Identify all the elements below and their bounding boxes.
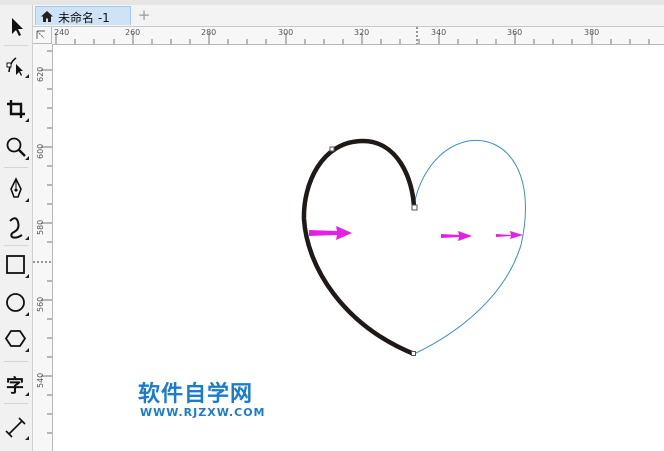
toolbox-separator [4, 167, 28, 168]
toolbox-separator [4, 361, 28, 362]
ruler-label: 560 [36, 296, 45, 312]
crop-tool[interactable] [2, 95, 30, 123]
ruler-label: 340 [431, 28, 447, 37]
ruler-corner[interactable] [33, 27, 52, 44]
heart-right-half-curve [413, 139, 526, 355]
document-tab-title: 未命名 -1 [58, 11, 110, 25]
watermark-title: 软件自学网 [138, 382, 254, 407]
artistic-media-tool[interactable] [2, 213, 30, 241]
document-tab[interactable]: 未命名 -1 [35, 6, 131, 25]
arrow-pointer-icon [12, 18, 23, 36]
watermark-url: WWW.RJZXW.COM [140, 406, 266, 419]
flyout-corner-icon [25, 312, 29, 316]
ruler-label: 600 [36, 143, 45, 159]
toolbox-separator [4, 245, 28, 246]
dimension-tool[interactable] [2, 413, 30, 441]
pen-tool[interactable] [2, 175, 30, 203]
flyout-corner-icon [25, 156, 29, 160]
flyout-corner-icon [25, 436, 29, 440]
pointer-arrow [441, 231, 472, 241]
ruler-origin-icon [36, 30, 45, 39]
shape-tool[interactable] [2, 51, 30, 79]
vertical-ruler[interactable]: 620 600 580 560 540 [33, 44, 53, 451]
flyout-corner-icon [25, 392, 29, 396]
selection-node [411, 351, 416, 356]
flyout-corner-icon [25, 274, 29, 278]
ruler-label: 300 [278, 28, 294, 37]
ruler-label: 260 [125, 28, 141, 37]
heart-left-half-curve [301, 138, 417, 357]
toolbox-separator [4, 403, 28, 404]
toolbox-separator [4, 45, 28, 46]
document-tab-bar: 未命名 -1 + [33, 5, 664, 27]
ruler-label: 580 [36, 219, 45, 235]
text-icon: 字 [6, 376, 24, 397]
flyout-corner-icon [25, 348, 29, 352]
ruler-label: 380 [584, 28, 600, 37]
ellipse-tool[interactable] [2, 289, 30, 317]
ruler-label: 620 [36, 66, 45, 82]
ruler-label: 320 [354, 28, 370, 37]
pointer-arrow [309, 226, 352, 240]
home-icon [41, 11, 53, 22]
selection-node [411, 204, 418, 211]
toolbox: 字 [0, 5, 33, 451]
flyout-corner-icon [25, 198, 29, 202]
flyout-corner-icon [25, 236, 29, 240]
pick-tool[interactable] [2, 13, 30, 41]
rectangle-tool[interactable] [2, 251, 30, 279]
polygon-tool[interactable] [2, 325, 30, 353]
text-tool[interactable]: 字 [2, 369, 30, 397]
zoom-tool[interactable] [2, 133, 30, 161]
pointer-arrow [496, 231, 523, 239]
flyout-corner-icon [25, 74, 29, 78]
ruler-label: 360 [507, 28, 523, 37]
horizontal-ruler[interactable]: 240 260 280 300 320 340 360 380 [52, 27, 664, 45]
flyout-corner-icon [25, 118, 29, 122]
ruler-label: 540 [36, 372, 45, 388]
ruler-label: 240 [54, 28, 70, 37]
ruler-label: 280 [201, 28, 217, 37]
ruler-ticks [33, 50, 52, 434]
selection-node [329, 146, 335, 152]
new-tab-button[interactable]: + [136, 8, 152, 23]
